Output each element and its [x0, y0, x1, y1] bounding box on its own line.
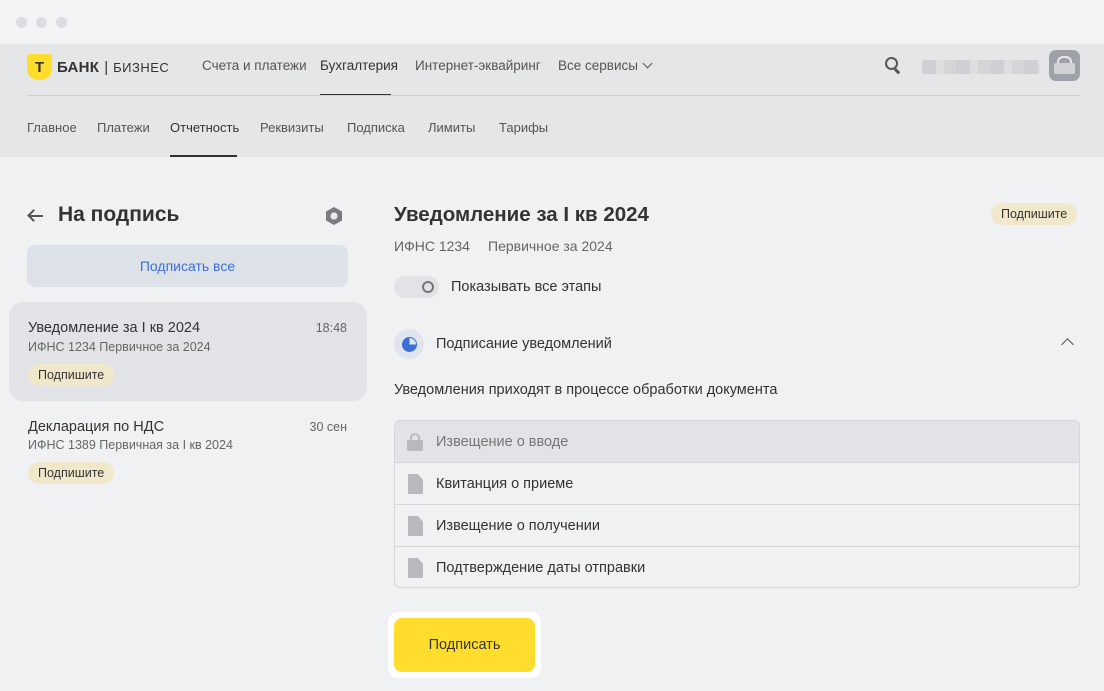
chevron-up-icon[interactable] — [1061, 338, 1074, 351]
window-close-button[interactable] — [16, 17, 27, 28]
file-icon — [408, 558, 423, 578]
status-badge: Подпишите — [28, 364, 115, 386]
window-maximize-button[interactable] — [56, 17, 67, 28]
list-item-label: Квитанция о приеме — [436, 476, 574, 492]
sign-button[interactable]: Подписать — [394, 618, 535, 672]
tab-payments[interactable]: Платежи — [97, 120, 150, 135]
document-title: Уведомление за I кв 2024 — [28, 320, 201, 336]
stage-description: Уведомления приходят в процессе обработк… — [394, 382, 778, 398]
list-item-label: Извещение о получении — [436, 518, 600, 534]
document-card[interactable]: Декларация по НДС 30 сен ИФНС 1389 Перви… — [9, 401, 367, 500]
stage-label: Подписание уведомлений — [436, 336, 612, 352]
list-item-label: Подтверждение даты отправки — [436, 560, 646, 576]
document-time: 18:48 — [315, 321, 347, 335]
tab-limits[interactable]: Лимиты — [428, 120, 475, 135]
main-nav-item-all-services-label: Все сервисы — [558, 58, 638, 73]
sub-nav-active-indicator — [170, 155, 237, 157]
stage-progress-icon — [394, 329, 424, 359]
chevron-down-icon — [642, 58, 653, 69]
detail-type: Первичное за 2024 — [488, 238, 613, 254]
user-name-redacted[interactable] — [922, 60, 1040, 74]
list-item: Извещение о вводе — [395, 421, 1079, 463]
gear-icon[interactable] — [324, 206, 344, 226]
sign-all-button[interactable]: Подписать все — [27, 245, 348, 287]
brand-logo-shield-icon: Т — [27, 54, 52, 80]
brand-name: БАНК — [57, 58, 100, 76]
list-item[interactable]: Квитанция о приеме — [395, 463, 1079, 505]
document-subtitle: ИФНС 1234 Первичное за 2024 — [28, 340, 211, 354]
avatar[interactable] — [1049, 50, 1080, 81]
brand-separator: | — [104, 58, 109, 76]
brand-logo[interactable]: Т БАНК | БИЗНЕС — [27, 54, 169, 80]
list-item-label: Извещение о вводе — [436, 434, 569, 450]
back-arrow-icon[interactable] — [26, 207, 44, 225]
detail-status-badge: Подпишите — [991, 203, 1078, 225]
list-item[interactable]: Подтверждение даты отправки — [395, 547, 1079, 587]
nav-divider — [27, 95, 1080, 96]
tab-subscription[interactable]: Подписка — [347, 120, 405, 135]
main-nav-item-accounting[interactable]: Бухгалтерия — [320, 58, 398, 73]
file-icon — [408, 474, 423, 494]
search-icon[interactable] — [885, 57, 901, 75]
detail-title: Уведомление за I кв 2024 — [394, 203, 649, 226]
show-all-stages-toggle[interactable] — [394, 276, 439, 298]
main-nav-item-accounts[interactable]: Счета и платежи — [202, 58, 307, 73]
document-title: Декларация по НДС — [28, 419, 165, 435]
main-nav-item-acquiring[interactable]: Интернет-эквайринг — [415, 58, 541, 73]
tab-requisites[interactable]: Реквизиты — [260, 120, 324, 135]
file-icon — [408, 516, 423, 536]
document-card[interactable]: Уведомление за I кв 2024 18:48 ИФНС 1234… — [9, 302, 367, 401]
brand-product: БИЗНЕС — [113, 59, 170, 75]
tab-main[interactable]: Главное — [27, 120, 77, 135]
tab-tariffs[interactable]: Тарифы — [499, 120, 548, 135]
document-time: 30 сен — [309, 420, 347, 434]
lock-icon — [407, 433, 423, 451]
tab-reporting[interactable]: Отчетность — [170, 120, 239, 135]
main-nav-item-all-services[interactable]: Все сервисы — [558, 58, 653, 73]
list-item[interactable]: Извещение о получении — [395, 505, 1079, 547]
show-all-stages-label: Показывать все этапы — [451, 279, 602, 295]
status-badge: Подпишите — [28, 462, 115, 484]
document-subtitle: ИФНС 1389 Первичная за I кв 2024 — [28, 438, 233, 452]
detail-inspection: ИФНС 1234 — [394, 238, 470, 254]
notification-steps-list: Извещение о вводе Квитанция о приеме Изв… — [394, 420, 1080, 588]
window-titlebar — [0, 0, 1104, 44]
window-minimize-button[interactable] — [36, 17, 47, 28]
left-panel-title: На подпись — [58, 203, 180, 226]
